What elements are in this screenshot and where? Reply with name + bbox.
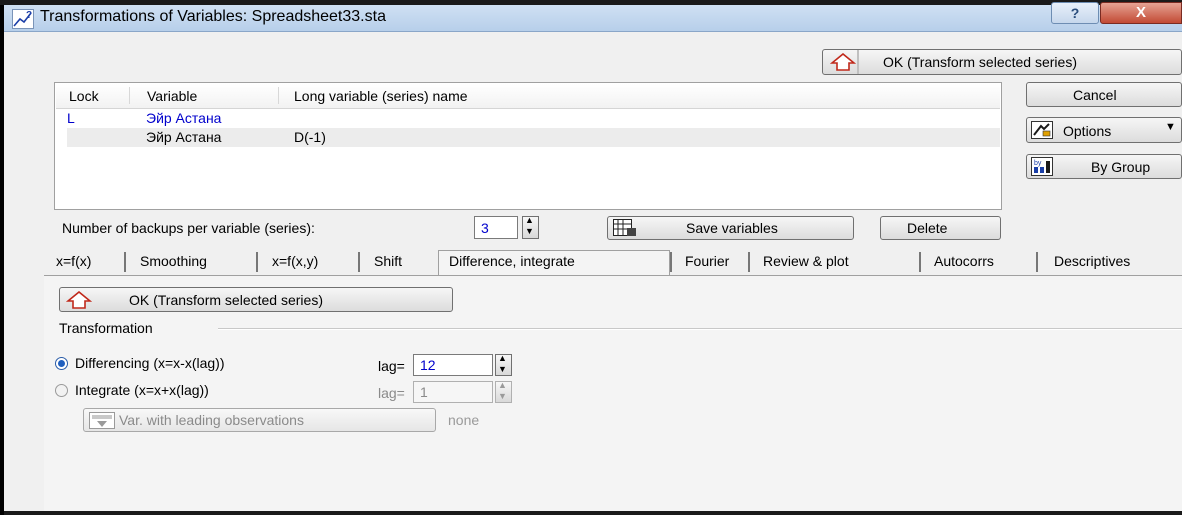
transform-app-icon: ? (12, 9, 34, 29)
close-button[interactable]: X (1100, 2, 1182, 24)
row-variable: Эйр Астана (146, 110, 222, 126)
tab-divider (256, 252, 258, 272)
column-header-lock[interactable]: Lock (69, 88, 99, 104)
cancel-button[interactable]: Cancel (1026, 82, 1182, 107)
tab-autocorrs[interactable]: Autocorrs (934, 253, 994, 269)
differencing-lag-label: lag= (378, 358, 405, 374)
spin-down-icon: ▼ (498, 364, 507, 374)
differencing-radio[interactable] (55, 357, 68, 370)
help-button[interactable]: ? (1051, 2, 1099, 24)
integrate-label[interactable]: Integrate (x=x+x(lag)) (75, 382, 209, 398)
leading-observations-value: none (448, 412, 480, 428)
list-header: Lock Variable Long variable (series) nam… (56, 84, 1000, 109)
integrate-radio[interactable] (55, 384, 68, 397)
tab-smoothing[interactable]: Smoothing (140, 253, 207, 269)
integrate-lag-input[interactable]: 1 (413, 381, 493, 403)
column-header-variable[interactable]: Variable (147, 88, 197, 104)
tab-xfxy[interactable]: x=f(x,y) (272, 253, 318, 269)
house-icon (830, 53, 856, 71)
spin-up-icon: ▲ (498, 380, 507, 390)
column-divider[interactable] (278, 87, 279, 104)
integrate-lag-value: 1 (420, 384, 428, 400)
by-group-button[interactable]: by By Group (1026, 154, 1182, 179)
variable-select-icon (89, 412, 115, 429)
ok-transform-button-top[interactable]: OK (Transform selected series) (822, 49, 1182, 75)
integrate-lag-spin[interactable]: ▲ ▼ (495, 380, 512, 403)
row-lock: L (67, 110, 75, 126)
radio-dot (58, 360, 65, 367)
spin-down-icon: ▼ (498, 391, 507, 401)
row-long-name: D(-1) (294, 129, 326, 145)
save-variables-label: Save variables (686, 220, 778, 236)
options-button[interactable]: Options ▼ (1026, 117, 1182, 143)
backups-value: 3 (481, 220, 489, 236)
options-label: Options (1063, 123, 1112, 139)
tab-fourier[interactable]: Fourier (685, 253, 729, 269)
window-title: Transformations of Variables: Spreadshee… (40, 8, 386, 25)
tab-divider (358, 252, 360, 272)
tab-bar: x=f(x) Smoothing x=f(x,y) Shift Differen… (44, 250, 1182, 276)
differencing-lag-value: 12 (420, 357, 436, 373)
differencing-label[interactable]: Differencing (x=x-x(lag)) (75, 355, 225, 371)
cancel-label: Cancel (1073, 87, 1117, 103)
spin-down-icon: ▼ (525, 226, 534, 236)
dropdown-arrow-icon: ▼ (1165, 121, 1176, 133)
variable-list[interactable]: Lock Variable Long variable (series) nam… (54, 82, 1002, 210)
integrate-lag-label: lag= (378, 385, 405, 401)
differencing-lag-spin[interactable]: ▲ ▼ (495, 353, 512, 376)
tab-divider (919, 252, 921, 272)
group-divider (218, 328, 1182, 330)
by-group-label: By Group (1091, 159, 1151, 175)
tab-xfx[interactable]: x=f(x) (56, 253, 91, 269)
svg-text:?: ? (26, 10, 32, 21)
tab-divider (670, 252, 672, 272)
button-divider (857, 50, 859, 74)
differencing-lag-input[interactable]: 12 (413, 354, 493, 376)
leading-observations-label: Var. with leading observations (119, 412, 304, 428)
tab-descriptives[interactable]: Descriptives (1054, 253, 1130, 269)
house-icon (66, 291, 92, 309)
leading-observations-button[interactable]: Var. with leading observations (83, 408, 436, 432)
tab-divider (1036, 252, 1038, 272)
tab-divider (124, 252, 126, 272)
list-row[interactable]: Эйр Астана D(-1) (67, 128, 1000, 147)
column-divider[interactable] (129, 87, 130, 104)
backups-spin-button[interactable]: ▲ ▼ (522, 215, 539, 239)
delete-button[interactable]: Delete (880, 216, 1001, 240)
tab-shift[interactable]: Shift (374, 253, 402, 269)
backups-label: Number of backups per variable (series): (62, 220, 315, 236)
options-icon (1031, 121, 1053, 139)
backups-input[interactable]: 3 (474, 216, 518, 239)
save-variables-button[interactable]: Save variables (607, 216, 854, 240)
delete-label: Delete (907, 220, 948, 236)
spin-up-icon: ▲ (525, 215, 534, 225)
ok-transform-label-top: OK (Transform selected series) (883, 54, 1077, 70)
save-grid-icon (613, 219, 636, 236)
column-header-long-name[interactable]: Long variable (series) name (294, 88, 468, 104)
row-variable: Эйр Астана (146, 129, 222, 145)
tab-difference-integrate[interactable]: Difference, integrate (449, 253, 575, 269)
ok-transform-button-panel[interactable]: OK (Transform selected series) (59, 287, 453, 312)
spin-up-icon: ▲ (498, 353, 507, 363)
svg-text:by: by (1034, 160, 1042, 167)
tab-divider (748, 252, 750, 272)
transformation-group-label: Transformation (59, 320, 153, 336)
tab-review-plot[interactable]: Review & plot (763, 253, 849, 269)
window-frame-bottom (4, 511, 1182, 515)
list-row[interactable]: L Эйр Астана (56, 110, 1000, 128)
by-group-icon: by (1031, 157, 1053, 176)
ok-transform-label-panel: OK (Transform selected series) (129, 292, 323, 308)
